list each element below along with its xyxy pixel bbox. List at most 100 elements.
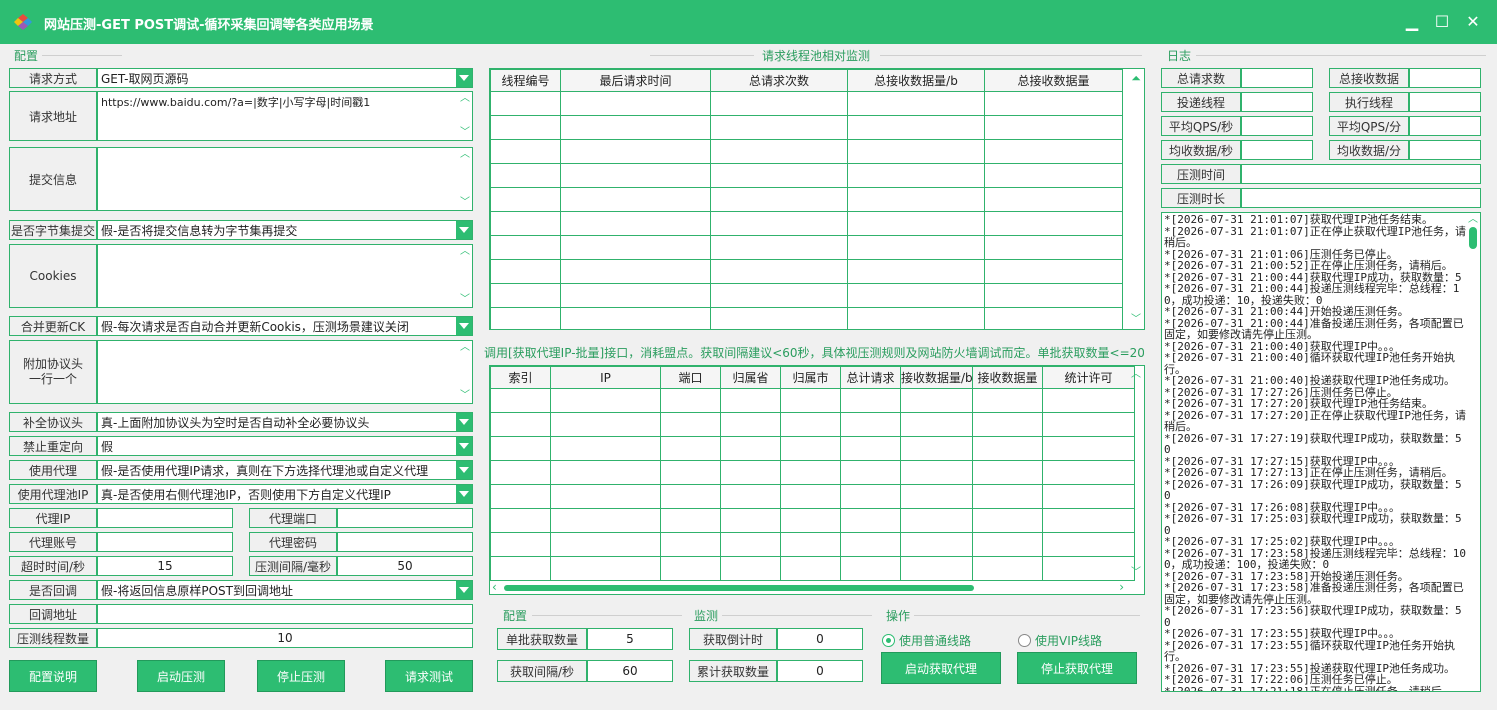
column-header[interactable]: 最后请求时间: [560, 69, 711, 92]
proxyuser-input[interactable]: [97, 532, 233, 552]
radio-unchecked-icon[interactable]: [1018, 634, 1031, 647]
bytes-select[interactable]: 假-是否将提交信息转为字节集再提交: [97, 220, 473, 240]
scroll-down-icon[interactable]: ﹀: [1131, 568, 1141, 578]
scroll-down-icon[interactable]: ﹀: [460, 128, 470, 138]
maximize-icon[interactable]: ☐: [1430, 10, 1454, 34]
proxy-table[interactable]: 索引 IP 端口 归属省 归属市 总计请求 接收数据量/b 接收数据量 统计许可 ︿ ﹀ ‹ ›: [489, 365, 1145, 595]
scroll-up-icon[interactable]: ︿: [460, 343, 470, 353]
column-header[interactable]: 总请求次数: [710, 69, 848, 92]
table-row[interactable]: [490, 259, 1123, 284]
chevron-down-icon[interactable]: [456, 581, 472, 599]
table-cell: [720, 508, 781, 533]
radio-checked-icon[interactable]: [882, 634, 895, 647]
usepool-select[interactable]: 真-是否使用右侧代理池IP，否则使用下方自定义代理IP: [97, 484, 473, 504]
table-row[interactable]: [490, 412, 1135, 437]
table-row[interactable]: [490, 484, 1135, 509]
chevron-down-icon[interactable]: [456, 437, 472, 455]
log-scroll-thumb[interactable]: [1469, 227, 1477, 249]
table-row[interactable]: [490, 187, 1123, 212]
chevron-down-icon[interactable]: [456, 221, 472, 239]
scroll-top-icon[interactable]: ⏶: [1131, 72, 1141, 84]
close-icon[interactable]: ✕: [1461, 10, 1485, 34]
scroll-up-icon[interactable]: ︿: [460, 150, 470, 160]
minimize-icon[interactable]: ▁: [1400, 10, 1424, 34]
headers-input[interactable]: ︿ ﹀: [97, 340, 473, 404]
mergeck-select[interactable]: 假-每次请求是否自动合并更新Cookis，压测场景建议关闭: [97, 316, 473, 336]
table-row[interactable]: [490, 388, 1135, 413]
total-data-value: [1409, 68, 1481, 88]
scroll-down-icon[interactable]: ﹀: [460, 198, 470, 208]
table-row[interactable]: [490, 283, 1123, 308]
table-row[interactable]: [490, 235, 1123, 260]
radio-normal-line[interactable]: 使用普通线路: [882, 632, 971, 649]
scroll-right-icon[interactable]: ›: [1119, 580, 1124, 594]
table-row[interactable]: [490, 115, 1123, 140]
proxypass-input[interactable]: [337, 532, 473, 552]
post-input[interactable]: ︿ ﹀: [97, 147, 473, 211]
chevron-down-icon[interactable]: [456, 69, 472, 87]
table-row[interactable]: [490, 307, 1123, 329]
chevron-down-icon[interactable]: [456, 413, 472, 431]
chevron-down-icon[interactable]: [456, 317, 472, 335]
noredirect-select[interactable]: 假: [97, 436, 473, 456]
proxyport-input[interactable]: [337, 508, 473, 528]
config-help-button[interactable]: 配置说明: [9, 660, 97, 692]
stop-fetch-proxy-button[interactable]: 停止获取代理: [1017, 652, 1137, 684]
useproxy-select[interactable]: 假-是否使用代理IP请求，真则在下方选择代理池或自定义代理: [97, 460, 473, 480]
table-row[interactable]: [490, 556, 1135, 581]
column-header[interactable]: IP: [550, 366, 661, 389]
table-row[interactable]: [490, 91, 1123, 116]
column-header[interactable]: 归属省: [720, 366, 781, 389]
chevron-down-icon[interactable]: [456, 485, 472, 503]
scroll-up-icon[interactable]: ︿: [1468, 215, 1478, 225]
column-header[interactable]: 接收数据量: [972, 366, 1043, 389]
batch-input[interactable]: 5: [587, 628, 673, 650]
column-header[interactable]: 总接收数据量/b: [847, 69, 985, 92]
scroll-up-icon[interactable]: ︿: [460, 247, 470, 257]
table-row[interactable]: [490, 163, 1123, 188]
fetch-interval-input[interactable]: 60: [587, 660, 673, 682]
callback-select[interactable]: 假-将返回信息原样POST到回调地址: [97, 580, 473, 600]
start-fetch-proxy-button[interactable]: 启动获取代理: [881, 652, 1001, 684]
table-row[interactable]: [490, 532, 1135, 557]
table-cell: [984, 115, 1123, 140]
callbackurl-input[interactable]: [97, 604, 473, 624]
scroll-thumb[interactable]: [504, 585, 974, 591]
table-row[interactable]: [490, 460, 1135, 485]
timeout-input[interactable]: 15: [97, 556, 233, 576]
column-header[interactable]: 端口: [660, 366, 721, 389]
column-header[interactable]: 归属市: [780, 366, 841, 389]
chevron-down-icon[interactable]: [456, 461, 472, 479]
scroll-down-icon[interactable]: ﹀: [460, 295, 470, 305]
column-header[interactable]: 线程编号: [490, 69, 561, 92]
stop-test-button[interactable]: 停止压测: [257, 660, 345, 692]
request-test-button[interactable]: 请求测试: [385, 660, 473, 692]
start-test-button[interactable]: 启动压测: [137, 660, 225, 692]
column-header[interactable]: 总接收数据量: [984, 69, 1123, 92]
proxyip-input[interactable]: [97, 508, 233, 528]
column-header[interactable]: 总计请求: [840, 366, 901, 389]
interval-input[interactable]: 50: [337, 556, 473, 576]
cookies-input[interactable]: ︿ ﹀: [97, 244, 473, 308]
scroll-up-icon[interactable]: ︿: [460, 94, 470, 104]
scroll-down-icon[interactable]: ﹀: [1131, 315, 1141, 325]
scroll-left-icon[interactable]: ‹: [492, 580, 497, 594]
method-select[interactable]: GET-取网页源码: [97, 68, 473, 88]
table-row[interactable]: [490, 211, 1123, 236]
radio-vip-line[interactable]: 使用VIP线路: [1018, 632, 1102, 649]
url-input[interactable]: https://www.baidu.com/?a=|数字|小写字母|时间戳1 ︿…: [97, 91, 473, 141]
column-header[interactable]: 接收数据量/b: [900, 366, 973, 389]
table-row[interactable]: [490, 436, 1135, 461]
log-panel[interactable]: *[2026-07-31 21:01:07]获取代理IP池任务结束。 *[2026…: [1161, 212, 1481, 692]
threads-input[interactable]: 10: [97, 628, 473, 648]
table-row[interactable]: [490, 139, 1123, 164]
column-header[interactable]: 统计许可: [1042, 366, 1135, 389]
scroll-up-icon[interactable]: ︿: [1131, 370, 1141, 380]
column-header[interactable]: 索引: [490, 366, 551, 389]
scroll-down-icon[interactable]: ﹀: [460, 391, 470, 401]
fillheaders-select[interactable]: 真-上面附加协议头为空时是否自动补全必要协议头: [97, 412, 473, 432]
thread-table[interactable]: 线程编号 最后请求时间 总请求次数 总接收数据量/b 总接收数据量 ⏶ ﹀: [489, 68, 1145, 330]
table-row[interactable]: [490, 508, 1135, 533]
horizontal-scrollbar[interactable]: ‹ ›: [490, 580, 1144, 594]
table-cell: [560, 163, 711, 188]
